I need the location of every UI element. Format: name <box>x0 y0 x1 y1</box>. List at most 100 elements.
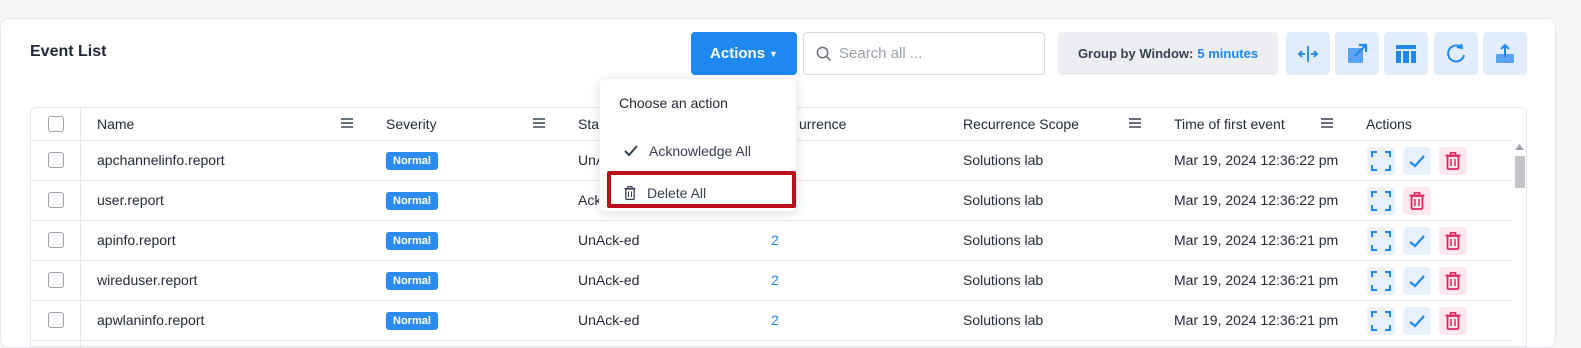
delete-button[interactable] <box>1439 227 1467 255</box>
first-event-time: Mar 19, 2024 12:36:21 pm <box>1174 312 1339 328</box>
delete-all-highlight <box>607 171 796 208</box>
event-name: apchannelinfo.report <box>97 152 225 168</box>
open-external-icon <box>1348 43 1368 63</box>
check-icon <box>624 145 638 157</box>
first-event-time: Mar 19, 2024 12:36:21 pm <box>1174 272 1339 288</box>
event-status: UnAck-ed <box>578 312 640 328</box>
severity-badge: Normal <box>386 272 438 290</box>
dropdown-header: Choose an action <box>619 95 728 111</box>
event-status: UnAck-ed <box>578 232 640 248</box>
recurrence-count[interactable]: 2 <box>771 300 779 340</box>
column-menu-icon[interactable] <box>532 117 546 129</box>
expand-icon <box>1371 191 1391 211</box>
upload-icon <box>1496 43 1514 63</box>
check-icon <box>1409 234 1425 248</box>
row-checkbox[interactable] <box>48 192 64 208</box>
expand-icon <box>1371 271 1391 291</box>
row-checkbox[interactable] <box>48 312 64 328</box>
export-button[interactable] <box>1483 32 1527 75</box>
column-header-scope[interactable]: Recurrence Scope <box>963 108 1079 140</box>
expand-icon <box>1371 151 1391 171</box>
first-event-time: Mar 19, 2024 12:36:21 pm <box>1174 232 1339 248</box>
table-row[interactable]: wireduser.report Normal UnAck-ed 2 Solutions… <box>31 260 1526 301</box>
column-menu-icon[interactable] <box>340 117 354 129</box>
recurrence-scope: Solutions lab <box>963 232 1044 248</box>
split-columns-button[interactable] <box>1286 32 1330 75</box>
event-name: user.report <box>97 192 164 208</box>
delete-button[interactable] <box>1439 267 1467 295</box>
severity-badge: Normal <box>386 192 438 210</box>
severity-badge: Normal <box>386 232 438 250</box>
expand-icon <box>1371 311 1391 331</box>
delete-button[interactable] <box>1439 307 1467 335</box>
trash-icon <box>1445 232 1461 250</box>
acknowledge-all-option[interactable]: Acknowledge All <box>600 136 796 166</box>
search-field[interactable] <box>803 32 1045 75</box>
select-all-checkbox[interactable] <box>48 116 64 132</box>
recurrence-scope: Solutions lab <box>963 152 1044 168</box>
column-header-actions: Actions <box>1366 116 1412 132</box>
check-icon <box>1409 314 1425 328</box>
actions-button[interactable]: Actions ▼ <box>691 32 797 75</box>
event-name: apinfo.report <box>97 232 176 248</box>
group-by-value: 5 minutes <box>1197 46 1259 61</box>
severity-badge: Normal <box>386 312 438 330</box>
column-header-severity[interactable]: Severity <box>386 108 437 140</box>
event-name: wireduser.report <box>97 272 198 288</box>
column-header-recurrence[interactable]: urrence <box>799 108 846 140</box>
scroll-up-icon[interactable] <box>1515 144 1524 150</box>
acknowledge-button[interactable] <box>1403 267 1431 295</box>
column-menu-icon[interactable] <box>1128 117 1142 129</box>
expand-button[interactable] <box>1367 147 1395 175</box>
acknowledge-button[interactable] <box>1403 227 1431 255</box>
search-icon <box>816 46 831 61</box>
event-status: UnAck-ed <box>578 272 640 288</box>
row-checkbox[interactable] <box>48 152 64 168</box>
first-event-time: Mar 19, 2024 12:36:22 pm <box>1174 152 1339 168</box>
check-icon <box>1409 274 1425 288</box>
table-scrollbar[interactable] <box>1512 140 1526 346</box>
table-row[interactable]: apwlaninfo.report Normal UnAck-ed 2 Solution… <box>31 300 1526 341</box>
expand-button[interactable] <box>1367 267 1395 295</box>
recurrence-scope: Solutions lab <box>963 192 1044 208</box>
column-header-time[interactable]: Time of first event <box>1174 108 1285 140</box>
delete-button[interactable] <box>1403 187 1431 215</box>
recurrence-scope: Solutions lab <box>963 312 1044 328</box>
group-by-window-button[interactable]: Group by Window: 5 minutes <box>1058 32 1278 75</box>
caret-down-icon: ▼ <box>769 49 778 59</box>
expand-button[interactable] <box>1367 227 1395 255</box>
expand-button[interactable] <box>1367 307 1395 335</box>
trash-icon <box>1445 152 1461 170</box>
search-input[interactable] <box>837 44 1031 63</box>
acknowledge-button[interactable] <box>1403 307 1431 335</box>
check-icon <box>1409 154 1425 168</box>
scrollbar-thumb[interactable] <box>1515 156 1525 188</box>
row-checkbox[interactable] <box>48 232 64 248</box>
group-by-label: Group by Window: <box>1077 46 1194 61</box>
trash-icon <box>1409 192 1425 210</box>
table-columns-icon <box>1396 44 1416 63</box>
expand-button[interactable] <box>1367 187 1395 215</box>
row-checkbox[interactable] <box>48 272 64 288</box>
acknowledge-button[interactable] <box>1403 147 1431 175</box>
recurrence-count[interactable]: 2 <box>771 220 779 260</box>
first-event-time: Mar 19, 2024 12:36:22 pm <box>1174 192 1339 208</box>
refresh-icon <box>1447 43 1465 62</box>
trash-icon <box>1445 312 1461 330</box>
refresh-button[interactable] <box>1434 32 1478 75</box>
actions-button-label: Actions <box>710 45 766 62</box>
recurrence-count[interactable]: 2 <box>771 260 779 300</box>
column-header-name[interactable]: Name <box>97 108 134 140</box>
open-external-button[interactable] <box>1335 32 1379 75</box>
column-menu-icon[interactable] <box>1320 117 1334 129</box>
table-row[interactable]: apinfo.report Normal UnAck-ed 2 Solutions la… <box>31 220 1526 261</box>
recurrence-scope: Solutions lab <box>963 272 1044 288</box>
column-layout-button[interactable] <box>1384 32 1428 75</box>
event-status: Ack <box>578 192 602 208</box>
split-columns-icon <box>1297 45 1319 62</box>
delete-button[interactable] <box>1439 147 1467 175</box>
trash-icon <box>1445 272 1461 290</box>
severity-badge: Normal <box>386 152 438 170</box>
event-name: apwlaninfo.report <box>97 312 205 328</box>
expand-icon <box>1371 231 1391 251</box>
